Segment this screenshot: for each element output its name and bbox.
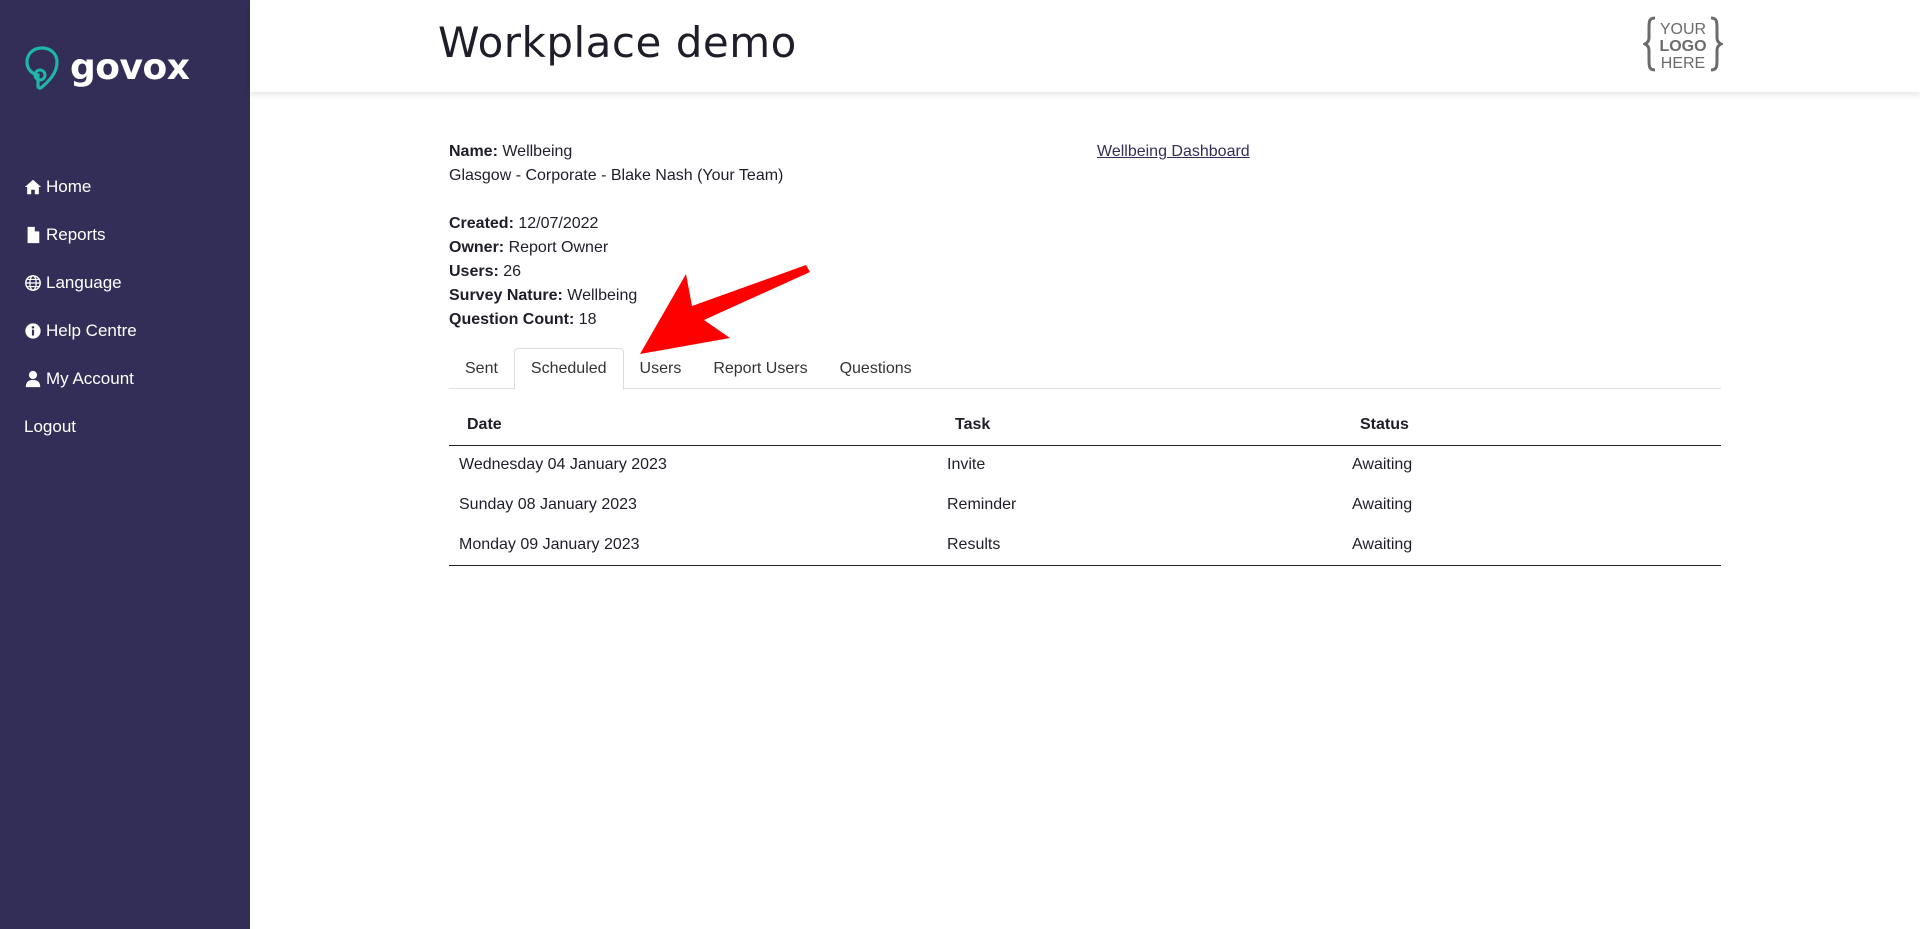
tab-scheduled[interactable]: Scheduled xyxy=(513,348,624,390)
created-row: Created: 12/07/2022 xyxy=(449,215,599,232)
sidebar-item-my-account[interactable]: My Account xyxy=(24,355,137,403)
sidebar-item-home[interactable]: Home xyxy=(24,163,137,211)
home-icon xyxy=(24,177,44,197)
logo-text-line3: HERE xyxy=(1661,55,1705,72)
cell-date: Wednesday 04 January 2023 xyxy=(459,456,667,474)
file-icon xyxy=(24,225,44,245)
company-logo-placeholder: YOUR LOGO HERE xyxy=(1643,16,1723,72)
owner-row: Owner: Report Owner xyxy=(449,239,609,256)
sidebar-item-label: Home xyxy=(46,177,92,196)
wellbeing-dashboard-link[interactable]: Wellbeing Dashboard xyxy=(1097,140,1250,164)
users-row: Users: 26 xyxy=(449,263,522,280)
sidebar-item-label: Help Centre xyxy=(46,321,137,340)
logo-text-line1: YOUR xyxy=(1660,21,1706,38)
survey-name: Wellbeing xyxy=(502,143,573,160)
user-icon xyxy=(24,369,44,389)
table-row: Sunday 08 January 2023 Reminder Awaiting xyxy=(449,485,1721,525)
tab-report-users[interactable]: Report Users xyxy=(697,348,823,389)
users-value: 26 xyxy=(503,263,522,280)
table-row: Wednesday 04 January 2023 Invite Awaitin… xyxy=(449,445,1721,485)
column-header-date: Date xyxy=(449,405,937,446)
tab-sent[interactable]: Sent xyxy=(449,348,514,389)
owner-value: Report Owner xyxy=(508,239,609,256)
tab-questions[interactable]: Questions xyxy=(824,348,928,389)
sidebar-item-language[interactable]: Language xyxy=(24,259,137,307)
brand-name: govox xyxy=(70,46,190,88)
survey-nature-row: Survey Nature: Wellbeing xyxy=(449,287,638,304)
sidebar-item-label: Language xyxy=(46,273,122,292)
table-row: Monday 09 January 2023 Results Awaiting xyxy=(449,525,1721,566)
sidebar-item-label: Reports xyxy=(46,225,106,244)
sidebar-item-help-centre[interactable]: Help Centre xyxy=(24,307,137,355)
logo-text-line2: LOGO xyxy=(1659,38,1706,55)
survey-tabs: Sent Scheduled Users Report Users Questi… xyxy=(449,348,1721,390)
cell-status: Awaiting xyxy=(1352,456,1413,474)
cell-task: Reminder xyxy=(947,496,1017,513)
column-header-task: Task xyxy=(937,405,1342,446)
info-icon xyxy=(24,321,44,341)
cell-date: Sunday 08 January 2023 xyxy=(459,496,637,513)
survey-info: Name: Wellbeing Glasgow - Corporate - Bl… xyxy=(449,140,1721,332)
sidebar-item-reports[interactable]: Reports xyxy=(24,211,137,259)
globe-icon xyxy=(24,273,44,293)
survey-name-row: Name: Wellbeing xyxy=(449,143,573,160)
schedule-table: Date Task Status Wednesday 04 January 20… xyxy=(449,405,1721,566)
cell-status: Awaiting xyxy=(1342,525,1721,566)
survey-nature-value: Wellbeing xyxy=(567,287,638,304)
survey-detail: Name: Wellbeing Glasgow - Corporate - Bl… xyxy=(449,140,1721,566)
sidebar-item-label: My Account xyxy=(46,369,134,388)
column-header-status: Status xyxy=(1342,405,1721,446)
page-title: Workplace demo xyxy=(438,18,797,67)
tab-users[interactable]: Users xyxy=(624,348,698,389)
sidebar-item-label: Logout xyxy=(24,417,76,436)
sidebar-nav: Home Reports Language Help Centre My Acc… xyxy=(24,163,137,451)
table-header-row: Date Task Status xyxy=(449,405,1721,446)
govox-logo-icon xyxy=(25,46,59,90)
cell-task: Results xyxy=(937,525,1342,566)
cell-task: Invite xyxy=(947,456,986,474)
sidebar: govox Home Reports Language Help Centre xyxy=(0,0,250,929)
sidebar-item-logout[interactable]: Logout xyxy=(24,403,137,451)
survey-team: Glasgow - Corporate - Blake Nash (Your T… xyxy=(449,167,784,184)
cell-status: Awaiting xyxy=(1352,496,1413,513)
brand-logo[interactable]: govox xyxy=(24,44,190,90)
top-header: Workplace demo YOUR LOGO HERE xyxy=(250,0,1920,92)
cell-date: Monday 09 January 2023 xyxy=(449,525,937,566)
question-count-row: Question Count: 18 xyxy=(449,311,597,328)
question-count-value: 18 xyxy=(578,311,597,328)
created-value: 12/07/2022 xyxy=(518,215,599,232)
